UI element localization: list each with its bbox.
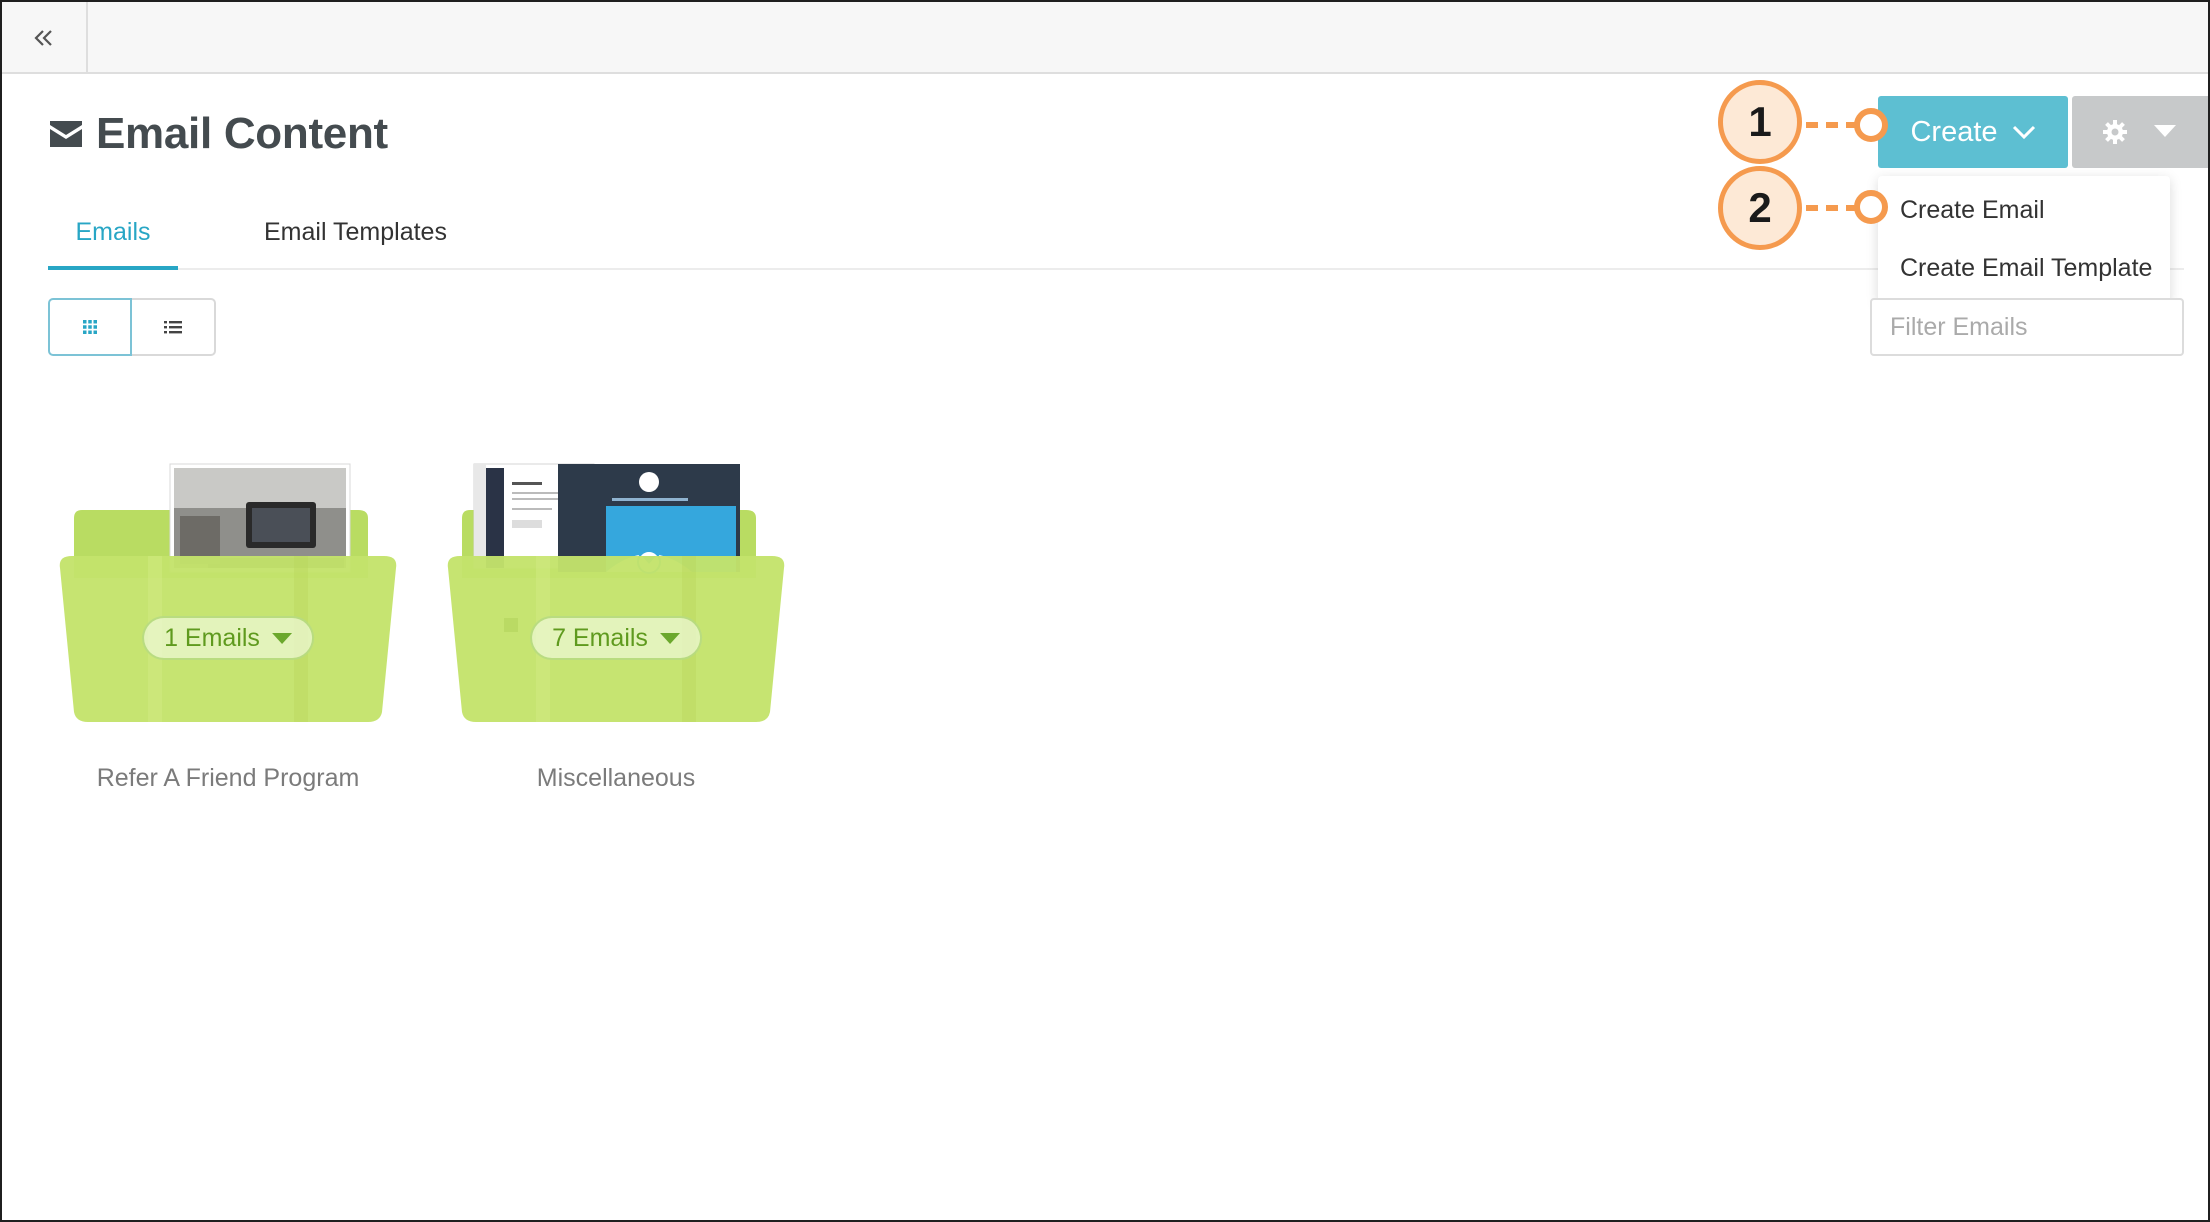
callout-marker-1: 1 (1718, 80, 1802, 164)
menu-item-create-email-template[interactable]: Create Email Template (1900, 254, 2152, 283)
callout-pointer-2 (1854, 190, 1888, 224)
settings-dropdown-button[interactable] (2072, 96, 2208, 168)
list-icon (164, 321, 182, 334)
email-folder[interactable]: 7 Emails Miscellaneous (446, 458, 786, 793)
top-bar (2, 2, 2208, 74)
callout-number: 1 (1748, 98, 1772, 145)
double-chevron-left-icon (34, 30, 52, 46)
grid-icon (83, 320, 97, 334)
folder-icon (447, 463, 785, 722)
create-dropdown-menu: Create Email Create Email Template (1878, 176, 2170, 304)
callout-connector-2 (1806, 205, 1858, 211)
callout-number: 2 (1748, 184, 1772, 231)
tab-email-templates[interactable]: Email Templates (264, 202, 447, 270)
folder-name: Miscellaneous (536, 764, 696, 792)
tab-emails[interactable]: Emails (48, 202, 178, 270)
chevron-down-icon (2012, 125, 2035, 140)
caret-down-icon (659, 632, 680, 644)
collapse-sidebar-button[interactable] (2, 2, 88, 74)
create-button[interactable]: Create (1878, 96, 2068, 168)
email-count-label: 1 Emails (164, 623, 260, 652)
caret-down-icon (271, 632, 292, 644)
email-count-badge[interactable]: 1 Emails (142, 616, 314, 660)
menu-item-create-email[interactable]: Create Email (1900, 196, 2045, 225)
create-button-label: Create (1910, 115, 1998, 148)
page-header: Email Content (50, 104, 388, 164)
app-frame: Email Content Emails Email Templates Cre… (0, 0, 2210, 1222)
folder-icon (59, 463, 397, 722)
list-view-button[interactable] (132, 298, 216, 356)
email-count-badge[interactable]: 7 Emails (530, 616, 702, 660)
view-toggle (48, 298, 216, 356)
caret-down-icon (2154, 125, 2176, 137)
callout-pointer-1 (1854, 108, 1888, 142)
folder-graphic: 7 Emails (446, 458, 786, 728)
grid-view-button[interactable] (48, 298, 132, 356)
email-count-label: 7 Emails (552, 623, 648, 652)
callout-connector-1 (1806, 122, 1858, 128)
folder-name: Refer A Friend Program (96, 764, 360, 792)
callout-marker-2: 2 (1718, 166, 1802, 250)
gear-icon (2103, 120, 2127, 144)
email-folder[interactable]: 1 Emails Refer A Friend Program (58, 458, 398, 793)
envelope-icon (50, 121, 82, 147)
folder-graphic: 1 Emails (58, 458, 398, 728)
page-title: Email Content (96, 109, 388, 158)
filter-emails-input[interactable] (1870, 298, 2184, 356)
